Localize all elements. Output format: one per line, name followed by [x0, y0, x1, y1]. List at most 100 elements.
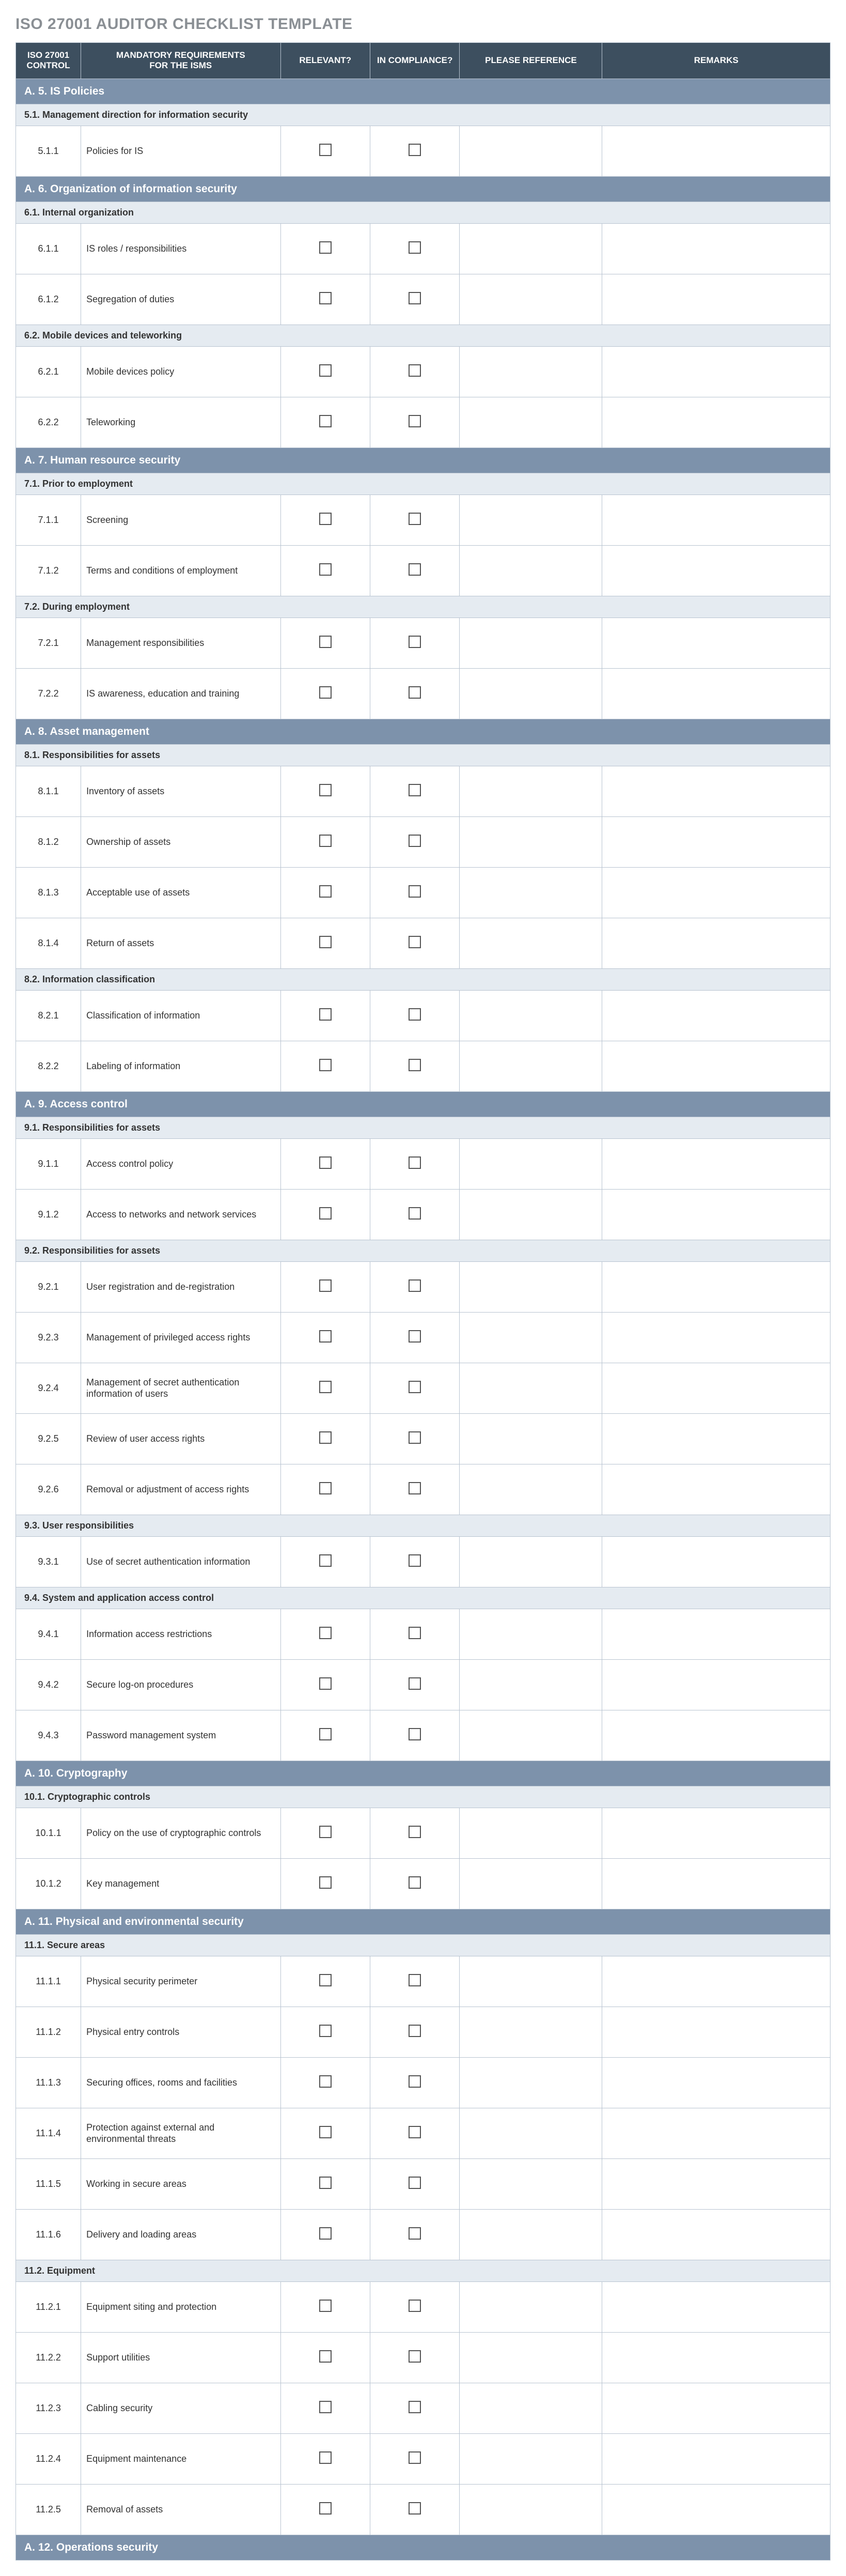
checkbox-icon[interactable] — [409, 2177, 421, 2189]
checkbox-icon[interactable] — [409, 2451, 421, 2464]
checkbox-icon[interactable] — [319, 2227, 332, 2240]
reference-cell[interactable] — [460, 2281, 602, 2332]
reference-cell[interactable] — [460, 816, 602, 867]
remarks-cell[interactable] — [602, 495, 831, 545]
checkbox-icon[interactable] — [409, 1554, 421, 1567]
remarks-cell[interactable] — [602, 1710, 831, 1761]
compliance-cell[interactable] — [370, 1808, 459, 1858]
relevant-cell[interactable] — [280, 867, 370, 918]
compliance-cell[interactable] — [370, 1312, 459, 1363]
checkbox-icon[interactable] — [409, 936, 421, 948]
relevant-cell[interactable] — [280, 1659, 370, 1710]
relevant-cell[interactable] — [280, 223, 370, 274]
checkbox-icon[interactable] — [409, 364, 421, 377]
compliance-cell[interactable] — [370, 1464, 459, 1515]
checkbox-icon[interactable] — [409, 513, 421, 525]
reference-cell[interactable] — [460, 1956, 602, 2007]
reference-cell[interactable] — [460, 1536, 602, 1587]
checkbox-icon[interactable] — [319, 563, 332, 576]
checkbox-icon[interactable] — [319, 1826, 332, 1838]
reference-cell[interactable] — [460, 346, 602, 397]
compliance-cell[interactable] — [370, 2007, 459, 2057]
reference-cell[interactable] — [460, 1189, 602, 1240]
checkbox-icon[interactable] — [409, 2502, 421, 2515]
checkbox-icon[interactable] — [319, 2300, 332, 2312]
checkbox-icon[interactable] — [409, 1059, 421, 1071]
compliance-cell[interactable] — [370, 668, 459, 719]
remarks-cell[interactable] — [602, 990, 831, 1041]
reference-cell[interactable] — [460, 2108, 602, 2158]
checkbox-icon[interactable] — [319, 364, 332, 377]
relevant-cell[interactable] — [280, 2057, 370, 2108]
relevant-cell[interactable] — [280, 2209, 370, 2260]
remarks-cell[interactable] — [602, 2484, 831, 2535]
reference-cell[interactable] — [460, 2209, 602, 2260]
relevant-cell[interactable] — [280, 2484, 370, 2535]
reference-cell[interactable] — [460, 1413, 602, 1464]
checkbox-icon[interactable] — [319, 2025, 332, 2037]
compliance-cell[interactable] — [370, 495, 459, 545]
checkbox-icon[interactable] — [409, 2300, 421, 2312]
remarks-cell[interactable] — [602, 2433, 831, 2484]
relevant-cell[interactable] — [280, 1261, 370, 1312]
checkbox-icon[interactable] — [409, 2025, 421, 2037]
compliance-cell[interactable] — [370, 397, 459, 448]
reference-cell[interactable] — [460, 1858, 602, 1909]
checkbox-icon[interactable] — [319, 936, 332, 948]
relevant-cell[interactable] — [280, 618, 370, 668]
compliance-cell[interactable] — [370, 223, 459, 274]
checkbox-icon[interactable] — [319, 144, 332, 156]
checkbox-icon[interactable] — [409, 636, 421, 648]
reference-cell[interactable] — [460, 2484, 602, 2535]
compliance-cell[interactable] — [370, 1536, 459, 1587]
reference-cell[interactable] — [460, 1659, 602, 1710]
checkbox-icon[interactable] — [319, 2401, 332, 2413]
checkbox-icon[interactable] — [409, 1156, 421, 1169]
remarks-cell[interactable] — [602, 2108, 831, 2158]
relevant-cell[interactable] — [280, 1413, 370, 1464]
relevant-cell[interactable] — [280, 1808, 370, 1858]
reference-cell[interactable] — [460, 990, 602, 1041]
reference-cell[interactable] — [460, 1138, 602, 1189]
checkbox-icon[interactable] — [409, 415, 421, 427]
relevant-cell[interactable] — [280, 2158, 370, 2209]
relevant-cell[interactable] — [280, 1710, 370, 1761]
reference-cell[interactable] — [460, 766, 602, 816]
checkbox-icon[interactable] — [409, 1330, 421, 1343]
checkbox-icon[interactable] — [319, 686, 332, 699]
remarks-cell[interactable] — [602, 545, 831, 596]
remarks-cell[interactable] — [602, 1659, 831, 1710]
compliance-cell[interactable] — [370, 1261, 459, 1312]
relevant-cell[interactable] — [280, 2007, 370, 2057]
remarks-cell[interactable] — [602, 223, 831, 274]
checkbox-icon[interactable] — [409, 885, 421, 898]
checkbox-icon[interactable] — [409, 1279, 421, 1292]
remarks-cell[interactable] — [602, 1464, 831, 1515]
checkbox-icon[interactable] — [409, 1876, 421, 1889]
compliance-cell[interactable] — [370, 1041, 459, 1091]
compliance-cell[interactable] — [370, 2057, 459, 2108]
checkbox-icon[interactable] — [319, 1974, 332, 1986]
compliance-cell[interactable] — [370, 2383, 459, 2433]
compliance-cell[interactable] — [370, 1138, 459, 1189]
checkbox-icon[interactable] — [409, 2227, 421, 2240]
remarks-cell[interactable] — [602, 1312, 831, 1363]
checkbox-icon[interactable] — [409, 2126, 421, 2138]
remarks-cell[interactable] — [602, 1138, 831, 1189]
remarks-cell[interactable] — [602, 346, 831, 397]
remarks-cell[interactable] — [602, 1363, 831, 1413]
checkbox-icon[interactable] — [319, 1330, 332, 1343]
remarks-cell[interactable] — [602, 2383, 831, 2433]
remarks-cell[interactable] — [602, 1536, 831, 1587]
reference-cell[interactable] — [460, 1710, 602, 1761]
checkbox-icon[interactable] — [319, 1207, 332, 1220]
reference-cell[interactable] — [460, 274, 602, 325]
checkbox-icon[interactable] — [319, 784, 332, 796]
compliance-cell[interactable] — [370, 766, 459, 816]
reference-cell[interactable] — [460, 2383, 602, 2433]
checkbox-icon[interactable] — [409, 563, 421, 576]
checkbox-icon[interactable] — [409, 292, 421, 304]
relevant-cell[interactable] — [280, 2383, 370, 2433]
checkbox-icon[interactable] — [319, 1876, 332, 1889]
reference-cell[interactable] — [460, 1261, 602, 1312]
